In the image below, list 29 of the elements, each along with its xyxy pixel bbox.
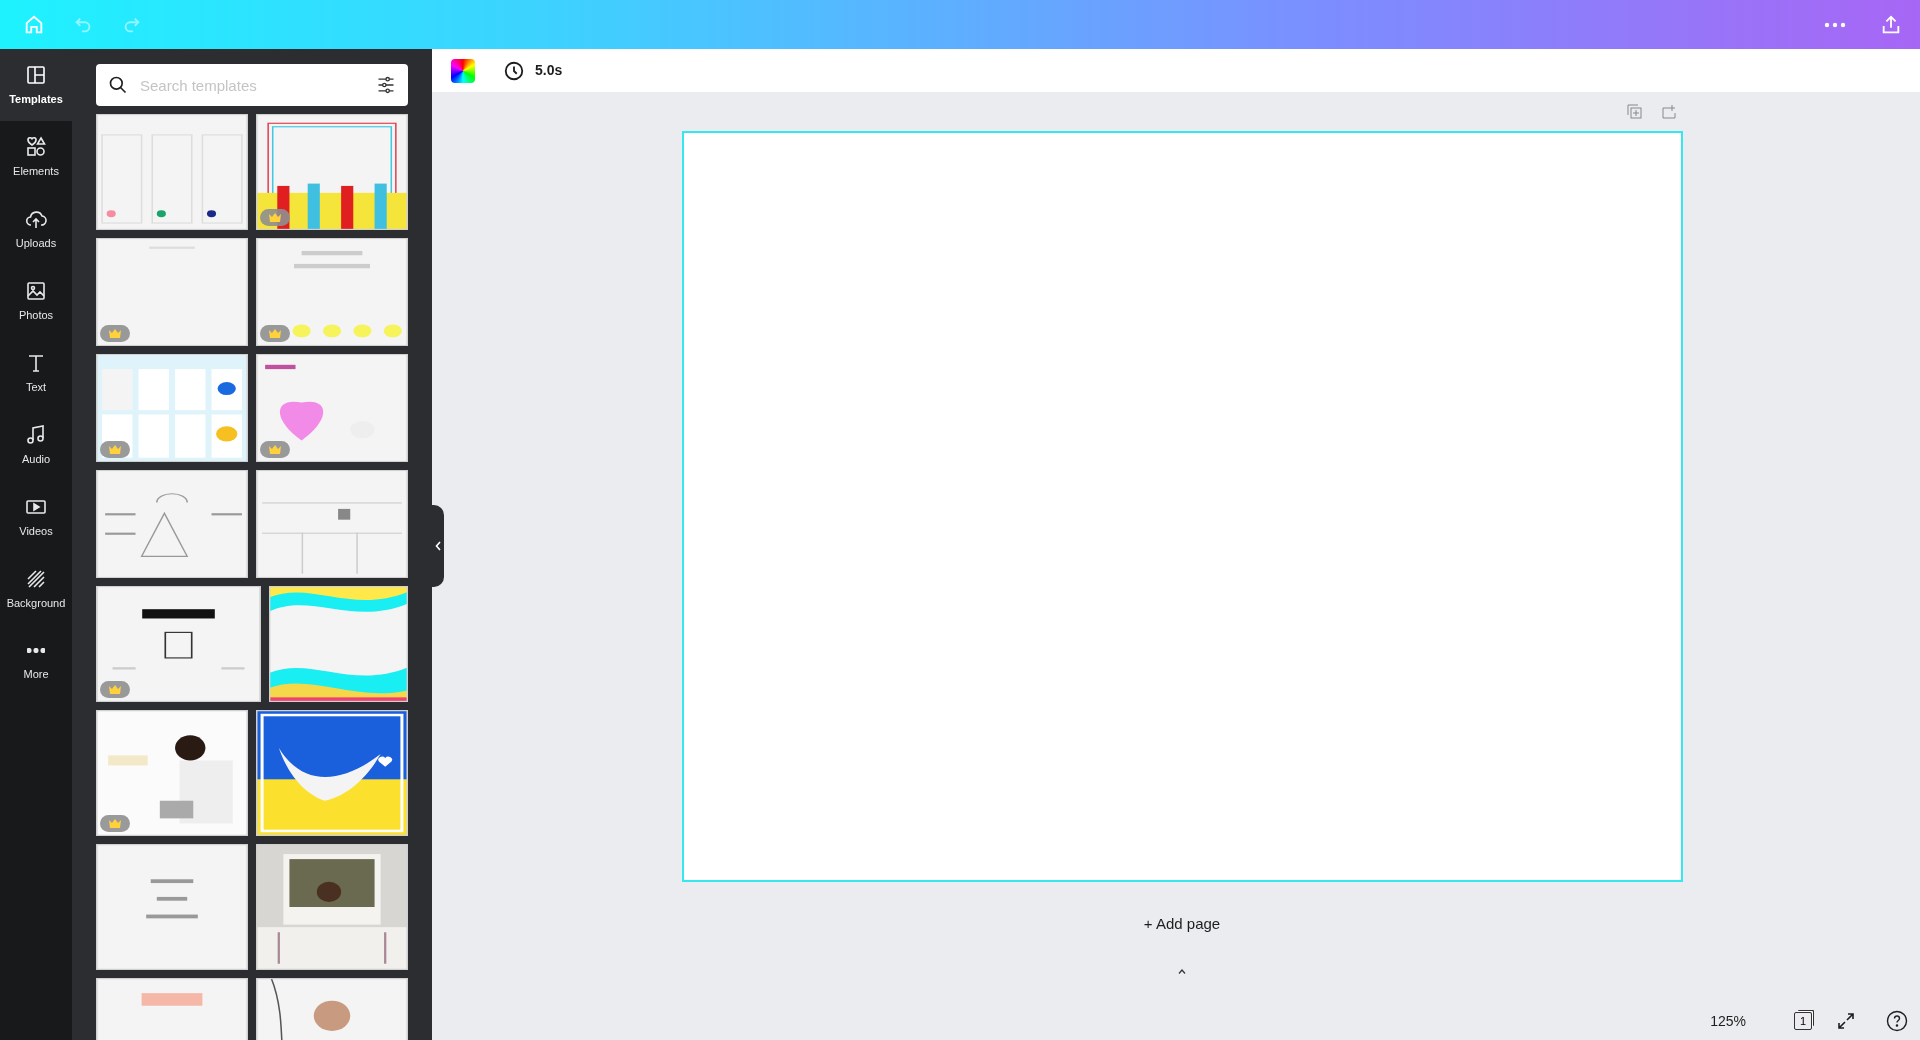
home-icon[interactable]	[23, 13, 45, 36]
search-field[interactable]: Search templates	[96, 64, 408, 106]
add-page-button[interactable]: + Add page	[1143, 913, 1221, 936]
crown-icon	[109, 819, 121, 828]
elements-icon	[24, 134, 48, 159]
crown-icon	[269, 329, 281, 338]
fullscreen-icon[interactable]	[1836, 1011, 1856, 1031]
help-icon[interactable]	[1886, 1010, 1908, 1032]
chevron-icon	[434, 541, 442, 551]
share-icon[interactable]	[1880, 13, 1902, 36]
zoom-level[interactable]: 125%	[1710, 1010, 1746, 1032]
search-icon	[108, 75, 128, 95]
duplicate-page-icon[interactable]	[1626, 104, 1643, 120]
page-count[interactable]: 1	[1794, 1012, 1812, 1030]
color-swatch[interactable]	[451, 58, 475, 83]
crown-icon	[109, 445, 121, 454]
more-icon[interactable]	[1824, 21, 1846, 28]
collapse-handle[interactable]	[432, 505, 444, 587]
crown-icon	[269, 213, 281, 222]
add-page-icon[interactable]	[1660, 104, 1677, 120]
clock-icon[interactable]	[503, 59, 525, 82]
crown-icon	[109, 685, 121, 694]
filter-icon[interactable]	[376, 75, 396, 95]
more-icon	[27, 648, 45, 654]
crown-icon	[269, 445, 281, 454]
caret-icon[interactable]	[1178, 968, 1186, 974]
sidebar-tab[interactable]: Templates	[0, 49, 72, 121]
duration-label[interactable]: 5.0s	[535, 60, 563, 81]
crown-icon	[109, 329, 121, 338]
